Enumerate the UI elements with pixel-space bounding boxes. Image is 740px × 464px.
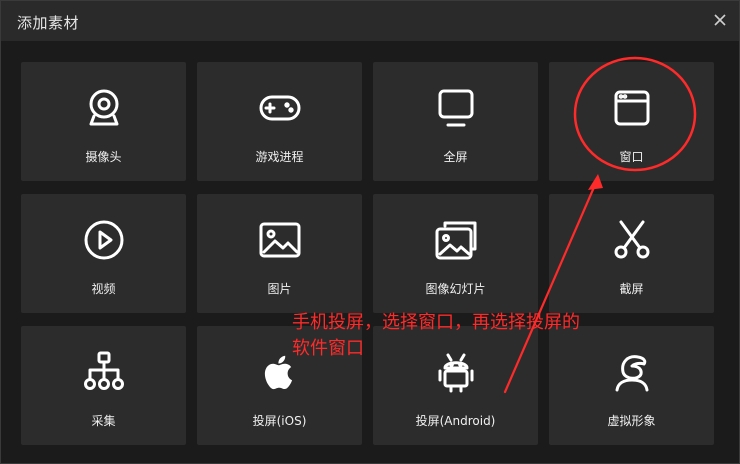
gamepad-icon <box>258 86 302 130</box>
tile-label: 虚拟形象 <box>607 414 656 428</box>
annotation-line-2: 软件窗口 <box>292 338 364 359</box>
dialog-title: 添加素材 <box>17 14 80 32</box>
tile-fullscreen[interactable]: 全屏 <box>373 62 538 181</box>
annotation-line-1: 手机投屏，选择窗口，再选择投屏的 <box>292 312 580 333</box>
tile-slideshow[interactable]: 图像幻灯片 <box>373 194 538 313</box>
tile-label: 游戏进程 <box>255 150 304 164</box>
tile-label: 摄像头 <box>85 150 122 164</box>
tile-label: 投屏(iOS) <box>252 414 307 428</box>
tile-label: 图像幻灯片 <box>425 282 486 296</box>
tile-webcam[interactable]: 摄像头 <box>21 62 186 181</box>
tile-label: 窗口 <box>619 150 644 164</box>
image-icon <box>258 218 302 262</box>
webcam-icon <box>82 86 126 130</box>
close-icon[interactable] <box>711 11 729 29</box>
scissors-icon <box>610 218 654 262</box>
tile-label: 采集 <box>91 414 116 428</box>
add-source-dialog: 添加素材 摄像头 游戏进程 全屏 窗口 视频 图片 图像幻灯片 截屏 采集 投屏… <box>0 0 740 464</box>
tile-label: 全屏 <box>443 150 468 164</box>
tile-window[interactable]: 窗口 <box>549 62 714 181</box>
source-grid: 摄像头 游戏进程 全屏 窗口 视频 图片 图像幻灯片 截屏 采集 投屏(iOS)… <box>21 62 714 445</box>
tile-label: 图片 <box>267 282 292 296</box>
hierarchy-icon <box>82 350 126 394</box>
tile-label: 截屏 <box>619 282 644 296</box>
dialog-titlebar: 添加素材 <box>1 1 739 41</box>
tile-video[interactable]: 视频 <box>21 194 186 313</box>
tile-label: 视频 <box>91 282 116 296</box>
slideshow-icon <box>434 218 478 262</box>
tile-capture[interactable]: 采集 <box>21 326 186 445</box>
play-icon <box>82 218 126 262</box>
tile-label: 投屏(Android) <box>415 414 496 428</box>
annotation-text: 手机投屏，选择窗口，再选择投屏的 软件窗口 <box>292 310 652 362</box>
tile-screenshot[interactable]: 截屏 <box>549 194 714 313</box>
tile-image[interactable]: 图片 <box>197 194 362 313</box>
tile-game-process[interactable]: 游戏进程 <box>197 62 362 181</box>
window-icon <box>610 86 654 130</box>
monitor-icon <box>434 86 478 130</box>
